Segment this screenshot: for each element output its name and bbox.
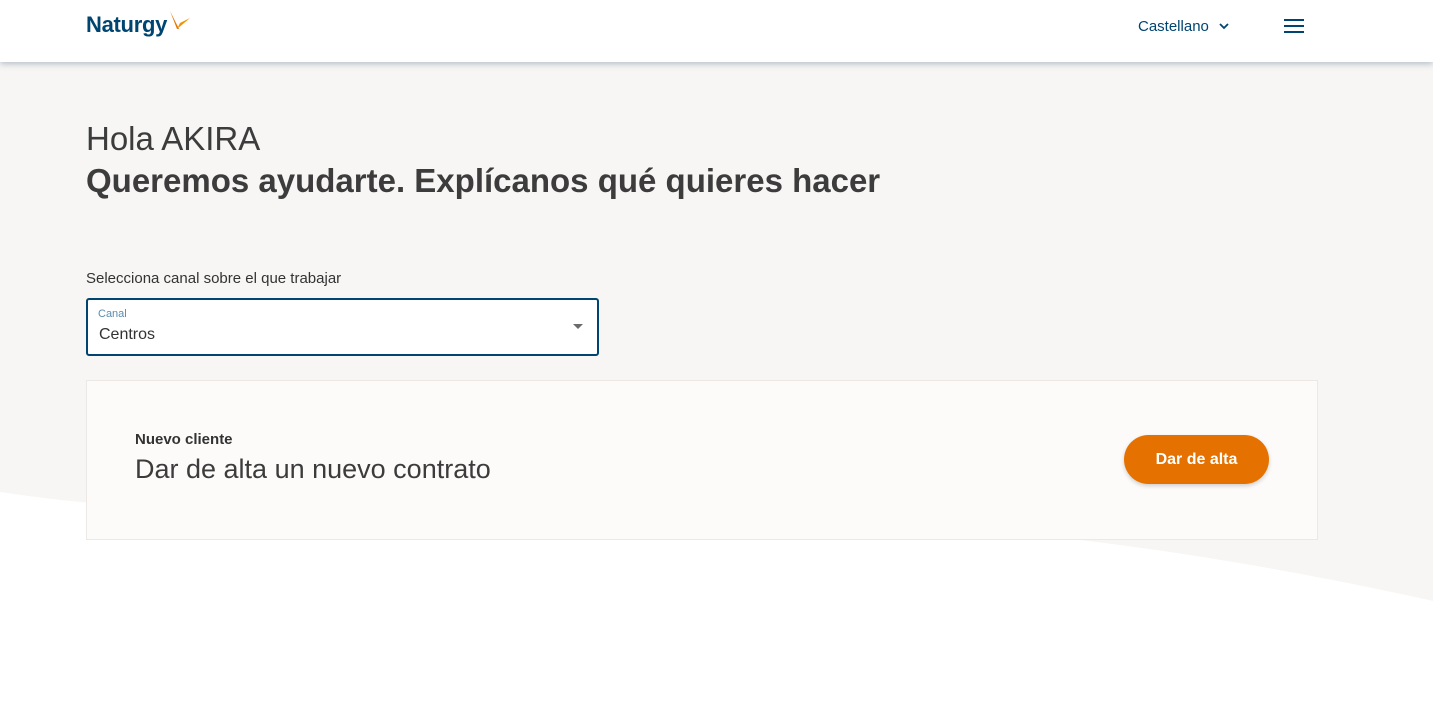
page: Naturgy Castellano Hola AKIRA Queremos a… bbox=[0, 0, 1433, 721]
chevron-down-icon bbox=[1219, 22, 1229, 30]
channel-floating-label: Canal bbox=[98, 308, 127, 320]
logo-text: Naturgy bbox=[86, 12, 168, 37]
top-header: Naturgy Castellano bbox=[0, 0, 1433, 62]
card-title: Dar de alta un nuevo contrato bbox=[135, 454, 491, 484]
dropdown-caret-icon bbox=[573, 324, 583, 329]
channel-select-value: Centros bbox=[99, 326, 156, 343]
greeting: Hola AKIRA bbox=[86, 120, 261, 157]
butterfly-logo-icon bbox=[168, 10, 192, 39]
background-shape bbox=[0, 62, 1433, 601]
new-client-card: Nuevo cliente Dar de alta un nuevo contr… bbox=[86, 380, 1318, 540]
card-eyebrow: Nuevo cliente bbox=[135, 431, 233, 448]
channel-select-label: Selecciona canal sobre el que trabajar bbox=[86, 270, 342, 287]
language-selector[interactable]: Castellano bbox=[1138, 15, 1229, 37]
naturgy-logo[interactable]: Naturgy bbox=[86, 10, 192, 40]
channel-select[interactable]: Canal Centros bbox=[86, 298, 599, 356]
page-headline: Queremos ayudarte. Explícanos qué quiere… bbox=[86, 162, 881, 199]
dar-de-alta-button[interactable]: Dar de alta bbox=[1124, 435, 1269, 484]
language-label: Castellano bbox=[1138, 17, 1209, 35]
hamburger-menu-icon[interactable] bbox=[1282, 16, 1306, 36]
